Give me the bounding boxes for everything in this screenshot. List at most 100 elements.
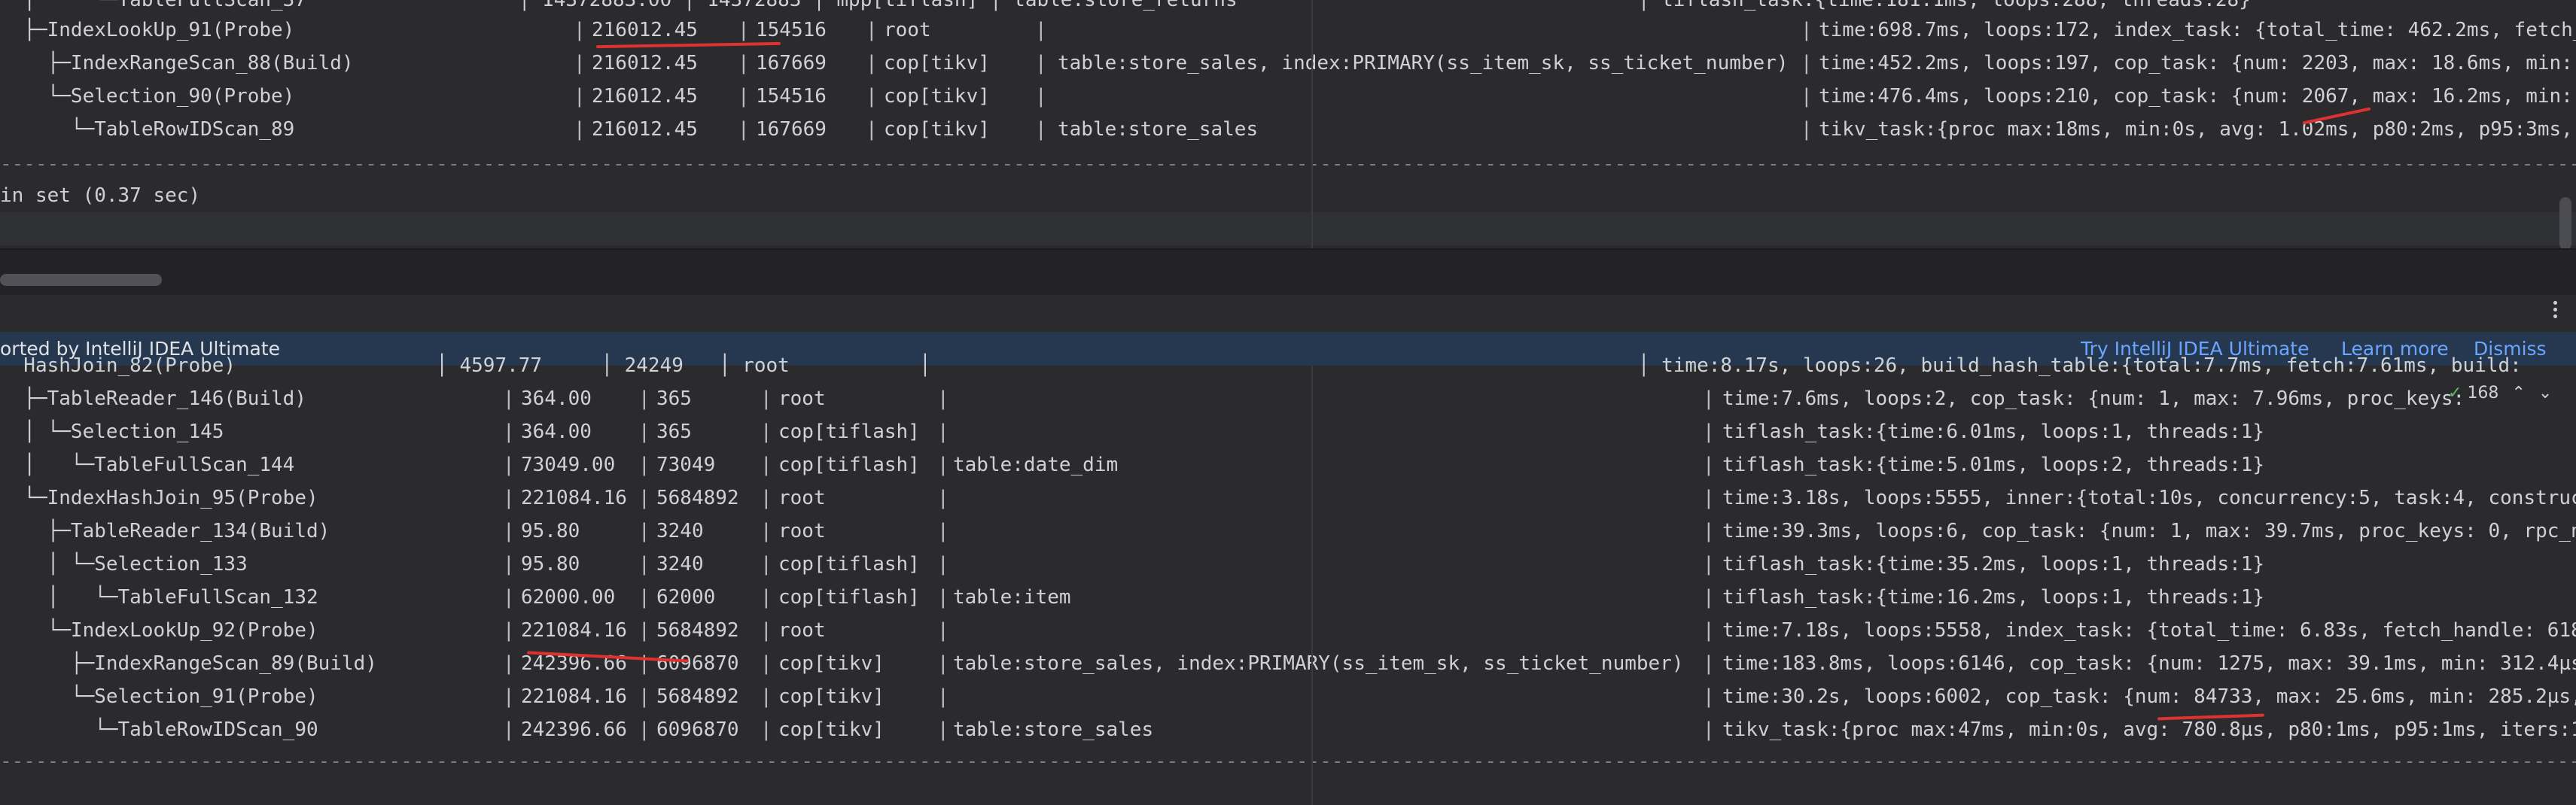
column-separator: | bbox=[760, 685, 772, 708]
cell-task: cop[tikv] bbox=[884, 118, 990, 141]
column-separator: | bbox=[503, 520, 515, 542]
column-separator: | bbox=[1801, 118, 1813, 141]
column-separator: | bbox=[760, 619, 772, 642]
column-separator: | bbox=[866, 19, 878, 41]
cell-info: tiflash_task:{time:5.01ms, loops:2, thre… bbox=[1722, 454, 2265, 476]
column-separator: | bbox=[760, 454, 772, 476]
inspection-badge[interactable]: ✓ 168 ⌃ ⌄ bbox=[2448, 381, 2552, 406]
column-separator: | bbox=[760, 553, 772, 576]
bottom-table-border: ----------------------------------------… bbox=[0, 750, 2576, 773]
column-separator: | bbox=[1801, 19, 1813, 41]
more-options-icon[interactable] bbox=[2549, 298, 2561, 324]
column-separator: | bbox=[1703, 387, 1715, 410]
cell-est: 73049.00 bbox=[521, 454, 616, 476]
cell-act: 6096870 bbox=[656, 652, 739, 675]
cell-act: 5684892 bbox=[656, 619, 739, 642]
cell-act: 167669 bbox=[756, 118, 827, 141]
cell-obj: table:item bbox=[953, 586, 1071, 609]
column-separator: | bbox=[503, 454, 515, 476]
column-separator: | bbox=[937, 685, 949, 708]
column-separator: | bbox=[503, 619, 515, 642]
right-margin-guide bbox=[1311, 0, 1313, 248]
cell-task: cop[tiflash] bbox=[778, 454, 920, 476]
column-separator: | bbox=[738, 85, 750, 108]
chevron-up-icon[interactable]: ⌃ bbox=[2511, 384, 2525, 402]
cell-task: cop[tikv] bbox=[778, 652, 885, 675]
cell-info: time:39.3ms, loops:6, cop_task: {num: 1,… bbox=[1722, 520, 2576, 542]
cell-info: time:698.7ms, loops:172, index_task: {to… bbox=[1819, 19, 2576, 41]
column-separator: | bbox=[937, 718, 949, 741]
cell-obj: table:store_sales, index:PRIMARY(ss_item… bbox=[1058, 52, 1789, 74]
top-table-border: ----------------------------------------… bbox=[0, 153, 2576, 175]
cell-task: cop[tikv] bbox=[778, 718, 885, 741]
cell-obj: table:store_sales bbox=[1058, 118, 1259, 141]
pane-splitter[interactable] bbox=[0, 248, 2576, 295]
cell-info: time:452.2ms, loops:197, cop_task: {num:… bbox=[1819, 52, 2573, 74]
cell-info: tikv_task:{proc max:47ms, min:0s, avg: 7… bbox=[1722, 718, 2576, 741]
cell-info: time:7.18s, loops:5558, index_task: {tot… bbox=[1722, 619, 2576, 642]
column-separator: | bbox=[937, 586, 949, 609]
column-separator: | bbox=[760, 487, 772, 509]
cell-info: time:30.2s, loops:6002, cop_task: {num: … bbox=[1722, 685, 2576, 708]
column-separator: | bbox=[937, 520, 949, 542]
column-separator: | bbox=[638, 421, 650, 443]
column-separator: | bbox=[937, 619, 949, 642]
column-separator: | bbox=[1801, 52, 1813, 74]
column-separator: | bbox=[760, 718, 772, 741]
cell-obj: table:store_sales bbox=[953, 718, 1154, 741]
column-separator: | bbox=[1703, 553, 1715, 576]
column-separator: | bbox=[638, 718, 650, 741]
column-separator: | bbox=[760, 652, 772, 675]
column-separator: | bbox=[937, 652, 949, 675]
cell-task: root bbox=[778, 619, 826, 642]
cell-id: │ └─TableFullScan_144 bbox=[0, 454, 295, 476]
column-separator: | bbox=[574, 52, 586, 74]
cell-info: time:7.6ms, loops:2, cop_task: {num: 1, … bbox=[1722, 387, 2465, 410]
cell-act: 365 bbox=[656, 421, 692, 443]
cell-est: 364.00 bbox=[521, 387, 592, 410]
column-separator: | bbox=[1035, 19, 1047, 41]
cell-task: cop[tiflash] bbox=[778, 553, 920, 576]
cell-task: cop[tiflash] bbox=[778, 421, 920, 443]
horizontal-scrollbar[interactable] bbox=[0, 274, 162, 286]
inspection-count: 168 bbox=[2467, 384, 2499, 402]
cell-id: └─IndexLookUp_92(Probe) bbox=[0, 619, 318, 642]
column-separator: | bbox=[638, 652, 650, 675]
cell-act: 3240 bbox=[656, 553, 704, 576]
cell-task: root bbox=[778, 487, 826, 509]
column-separator: | bbox=[638, 619, 650, 642]
cell-info: tikv_task:{proc max:18ms, min:0s, avg: 1… bbox=[1819, 118, 2573, 141]
cell-task: cop[tiflash] bbox=[778, 586, 920, 609]
cell-info: time:183.8ms, loops:6146, cop_task: {num… bbox=[1722, 652, 2576, 675]
cell-info: tiflash_task:{time:16.2ms, loops:1, thre… bbox=[1722, 586, 2265, 609]
top-result-pane[interactable]: │ └─TableFullScan_37 │ 14372883.00 │ 143… bbox=[0, 0, 2576, 250]
cell-act: 154516 bbox=[756, 85, 827, 108]
column-separator: | bbox=[866, 118, 878, 141]
column-separator: | bbox=[738, 118, 750, 141]
chevron-down-icon[interactable]: ⌄ bbox=[2538, 384, 2552, 402]
column-separator: | bbox=[866, 85, 878, 108]
cell-est: 216012.45 bbox=[592, 52, 698, 74]
cell-est: 221084.16 bbox=[521, 685, 627, 708]
column-separator: | bbox=[866, 52, 878, 74]
cell-act: 5684892 bbox=[656, 685, 739, 708]
column-separator: | bbox=[638, 586, 650, 609]
column-separator: | bbox=[638, 454, 650, 476]
check-icon: ✓ bbox=[2448, 384, 2462, 402]
column-separator: | bbox=[574, 118, 586, 141]
cell-info: tiflash_task:{time:6.01ms, loops:1, thre… bbox=[1722, 421, 2265, 443]
cell-est: 221084.16 bbox=[521, 487, 627, 509]
cell-id: ├─TableReader_146(Build) bbox=[0, 387, 306, 410]
bottom-result-pane[interactable]: HashJoin_82(Probe) │ 4597.77 │ 24249 │ r… bbox=[0, 354, 2576, 805]
cell-est: 364.00 bbox=[521, 421, 592, 443]
column-separator: | bbox=[1703, 487, 1715, 509]
column-separator: | bbox=[503, 387, 515, 410]
vertical-scrollbar[interactable] bbox=[2559, 197, 2571, 250]
cell-est: 216012.45 bbox=[592, 118, 698, 141]
column-separator: | bbox=[1703, 520, 1715, 542]
cell-est: 216012.45 bbox=[592, 19, 698, 41]
cell-obj: table:date_dim bbox=[953, 454, 1119, 476]
cell-est: 62000.00 bbox=[521, 586, 616, 609]
cell-act: 62000 bbox=[656, 586, 716, 609]
cell-info: tiflash_task:{time:35.2ms, loops:1, thre… bbox=[1722, 553, 2265, 576]
